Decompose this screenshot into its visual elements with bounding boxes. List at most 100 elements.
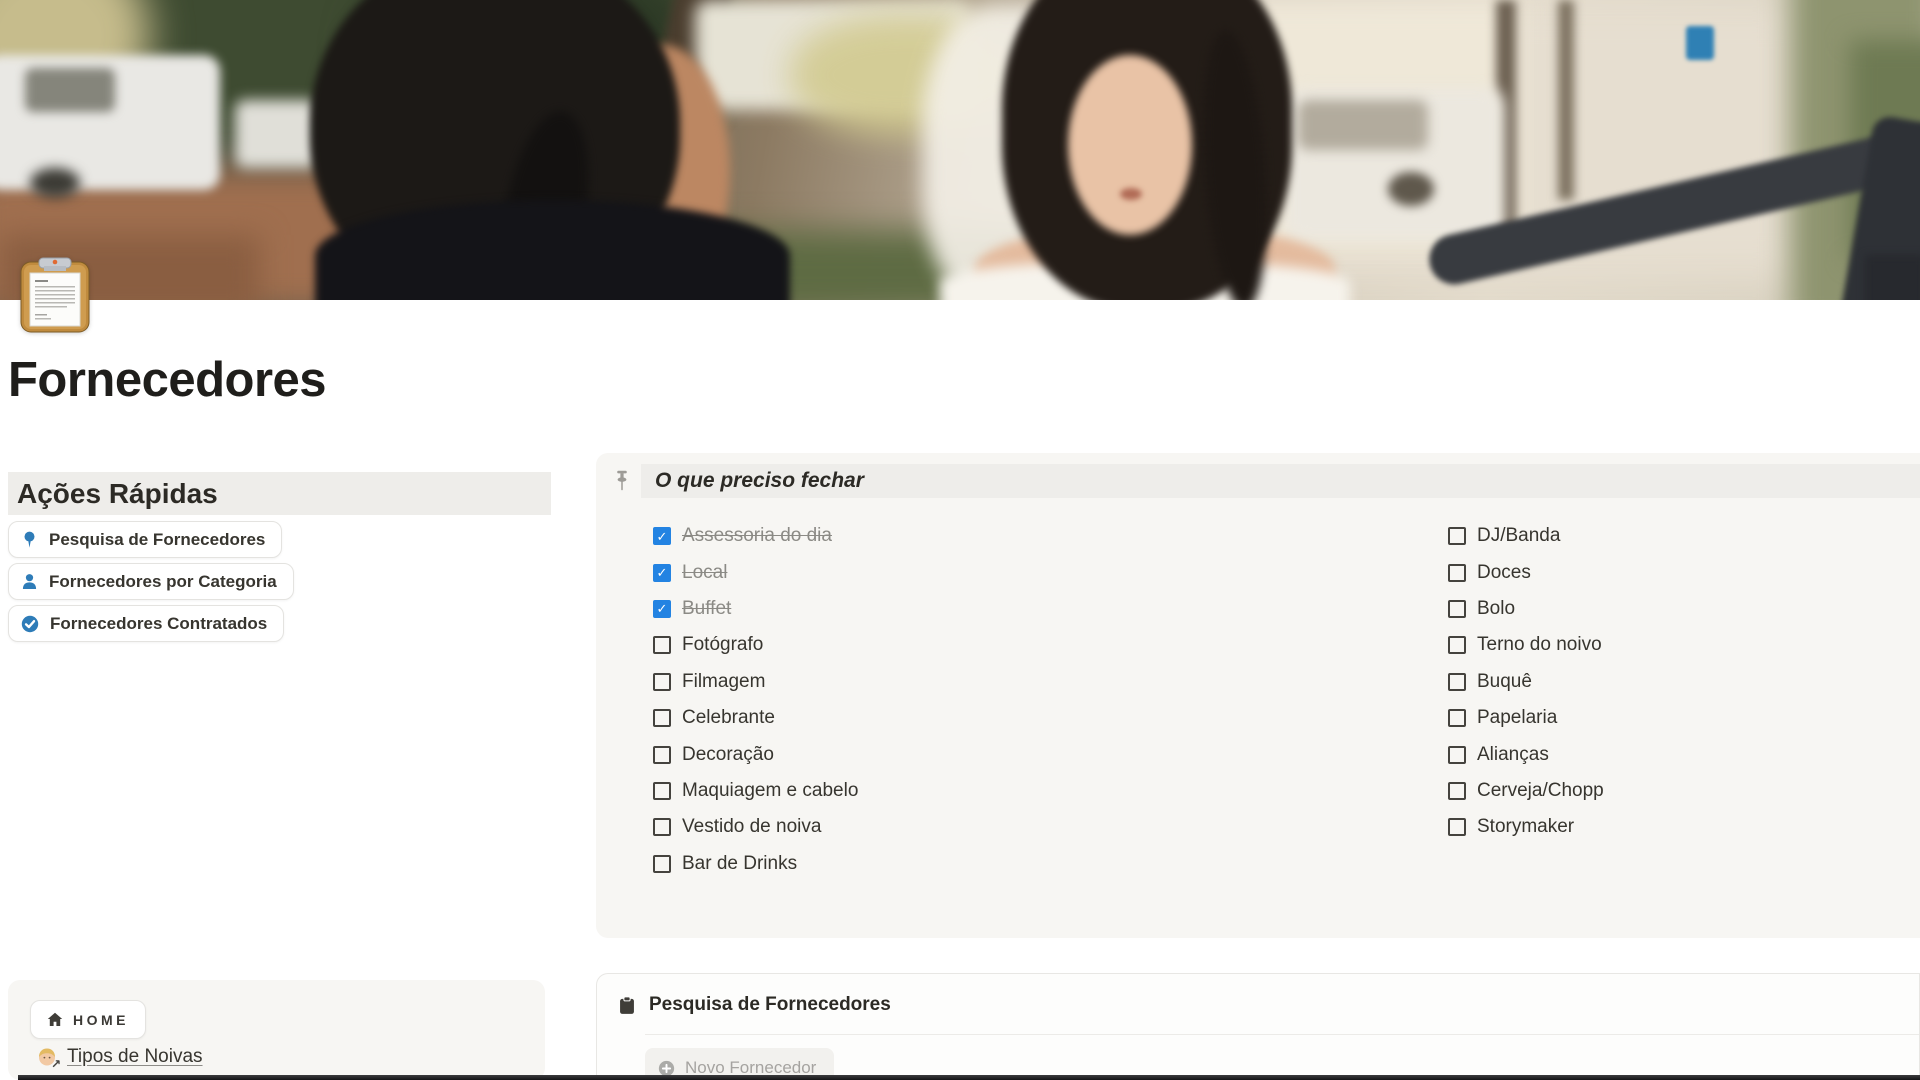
todo-label: Terno do noivo <box>1477 634 1602 656</box>
page-title[interactable]: Fornecedores <box>8 352 326 408</box>
checkbox-unchecked[interactable] <box>1448 636 1466 654</box>
plus-circle-icon <box>658 1060 675 1077</box>
checkbox-checked[interactable]: ✓ <box>653 600 671 618</box>
home-icon <box>47 1012 63 1027</box>
todo-item[interactable]: Filmagem <box>653 664 858 700</box>
quick-actions-header: Ações Rápidas <box>8 472 551 515</box>
button-fornecedores-por-categoria[interactable]: Fornecedores por Categoria <box>8 563 294 600</box>
todo-item[interactable]: Bolo <box>1448 591 1604 627</box>
checklist-column-right: DJ/Banda Doces Bolo Terno do noivo Buquê… <box>1448 518 1604 846</box>
todo-label: Bar de Drinks <box>682 853 797 875</box>
todo-item[interactable]: Doces <box>1448 554 1604 590</box>
todo-item[interactable]: Fotógrafo <box>653 627 858 663</box>
cover-shape-mirror <box>1388 172 1434 206</box>
search-card-title: Pesquisa de Fornecedores <box>649 994 891 1016</box>
cover-shape-truck-window <box>25 68 115 112</box>
link-arrow-icon: ↗ <box>51 1057 61 1071</box>
checkbox-unchecked[interactable] <box>653 855 671 873</box>
cover-shape-car-door <box>1865 255 1920 300</box>
cover-shape-bride-lips <box>1120 188 1142 200</box>
todo-item[interactable]: ✓ Buffet <box>653 591 858 627</box>
check-circle-icon <box>21 615 39 633</box>
checkbox-unchecked[interactable] <box>1448 818 1466 836</box>
todo-label: Storymaker <box>1477 816 1574 838</box>
todo-label: Assessoria do dia <box>682 525 832 547</box>
checkbox-unchecked[interactable] <box>653 746 671 764</box>
footer-nav-panel: HOME ↗ Tipos de Noivas <box>8 980 545 1080</box>
todo-label: Alianças <box>1477 744 1549 766</box>
checklist-column-left: ✓ Assessoria do dia ✓ Local ✓ Buffet Fotógr… <box>653 518 858 882</box>
bride-emoji-icon: ↗ <box>36 1046 58 1068</box>
todo-item[interactable]: Maquiagem e cabelo <box>653 773 858 809</box>
home-button[interactable]: HOME <box>30 1000 146 1039</box>
todo-label: DJ/Banda <box>1477 525 1560 547</box>
todo-label: Maquiagem e cabelo <box>682 780 858 802</box>
button-pesquisa-de-fornecedores[interactable]: Pesquisa de Fornecedores <box>8 521 282 558</box>
cover-shape-trash-bin <box>1686 26 1714 60</box>
todo-item[interactable]: Storymaker <box>1448 809 1604 845</box>
todo-item[interactable]: ✓ Assessoria do dia <box>653 518 858 554</box>
todo-item[interactable]: Celebrante <box>653 700 858 736</box>
todo-label: Fotógrafo <box>682 634 763 656</box>
todo-label: Buquê <box>1477 671 1532 693</box>
link-tipos-de-noivas[interactable]: ↗ Tipos de Noivas <box>36 1046 203 1068</box>
todo-item[interactable]: ✓ Local <box>653 554 858 590</box>
search-card-header: Pesquisa de Fornecedores <box>618 994 891 1016</box>
todo-label: Vestido de noiva <box>682 816 821 838</box>
checkbox-unchecked[interactable] <box>653 782 671 800</box>
todo-item[interactable]: Buquê <box>1448 664 1604 700</box>
card-divider <box>645 1034 1919 1035</box>
todo-item[interactable]: Vestido de noiva <box>653 809 858 845</box>
checkbox-unchecked[interactable] <box>653 818 671 836</box>
clipboard-icon <box>618 996 636 1015</box>
notion-page: Fornecedores Ações Rápidas Pesquisa de F… <box>0 0 1920 1080</box>
cover-image[interactable] <box>0 0 1920 300</box>
page-icon-clipboard[interactable] <box>17 256 93 336</box>
next-block-image-edge <box>18 1075 1920 1080</box>
checkbox-unchecked[interactable] <box>1448 782 1466 800</box>
todo-item[interactable]: DJ/Banda <box>1448 518 1604 554</box>
pushpin-icon <box>614 470 630 494</box>
cover-shape-car <box>235 100 320 168</box>
button-label: Pesquisa de Fornecedores <box>49 530 265 550</box>
todo-label: Celebrante <box>682 707 775 729</box>
checkbox-unchecked[interactable] <box>653 709 671 727</box>
checklist-panel: O que preciso fechar ✓ Assessoria do dia … <box>596 453 1920 938</box>
todo-label: Doces <box>1477 562 1531 584</box>
todo-label: Filmagem <box>682 671 765 693</box>
todo-item[interactable]: Decoração <box>653 736 858 772</box>
checkbox-unchecked[interactable] <box>653 636 671 654</box>
checklist-header-bar: O que preciso fechar <box>641 464 1920 498</box>
checklist-title: O que preciso fechar <box>641 469 864 493</box>
button-fornecedores-contratados[interactable]: Fornecedores Contratados <box>8 605 284 642</box>
cover-shape-tree-trunk <box>1558 0 1574 200</box>
person-icon <box>21 573 38 590</box>
todo-item[interactable]: Alianças <box>1448 736 1604 772</box>
home-label: HOME <box>73 1012 129 1028</box>
checkbox-unchecked[interactable] <box>1448 527 1466 545</box>
cover-shape-bride-face <box>1068 55 1192 235</box>
todo-label: Cerveja/Chopp <box>1477 780 1604 802</box>
checkbox-unchecked[interactable] <box>1448 564 1466 582</box>
checkbox-unchecked[interactable] <box>1448 709 1466 727</box>
search-card: Pesquisa de Fornecedores Novo Fornecedor <box>596 973 1920 1080</box>
checkbox-unchecked[interactable] <box>1448 673 1466 691</box>
quick-actions-heading: Ações Rápidas <box>8 478 218 510</box>
todo-label: Local <box>682 562 727 584</box>
checkbox-unchecked[interactable] <box>653 673 671 691</box>
todo-item[interactable]: Cerveja/Chopp <box>1448 773 1604 809</box>
todo-label: Buffet <box>682 598 731 620</box>
cover-shape-car-window <box>1298 100 1428 150</box>
todo-item[interactable]: Bar de Drinks <box>653 846 858 882</box>
button-label: Fornecedores por Categoria <box>49 572 277 592</box>
todo-item[interactable]: Terno do noivo <box>1448 627 1604 663</box>
checkbox-unchecked[interactable] <box>1448 746 1466 764</box>
todo-item[interactable]: Papelaria <box>1448 700 1604 736</box>
todo-label: Papelaria <box>1477 707 1557 729</box>
checkbox-unchecked[interactable] <box>1448 600 1466 618</box>
todo-label: Bolo <box>1477 598 1515 620</box>
checkbox-checked[interactable]: ✓ <box>653 527 671 545</box>
checkbox-checked[interactable]: ✓ <box>653 564 671 582</box>
round-pushpin-icon <box>21 531 38 548</box>
link-label: Tipos de Noivas <box>67 1046 203 1068</box>
